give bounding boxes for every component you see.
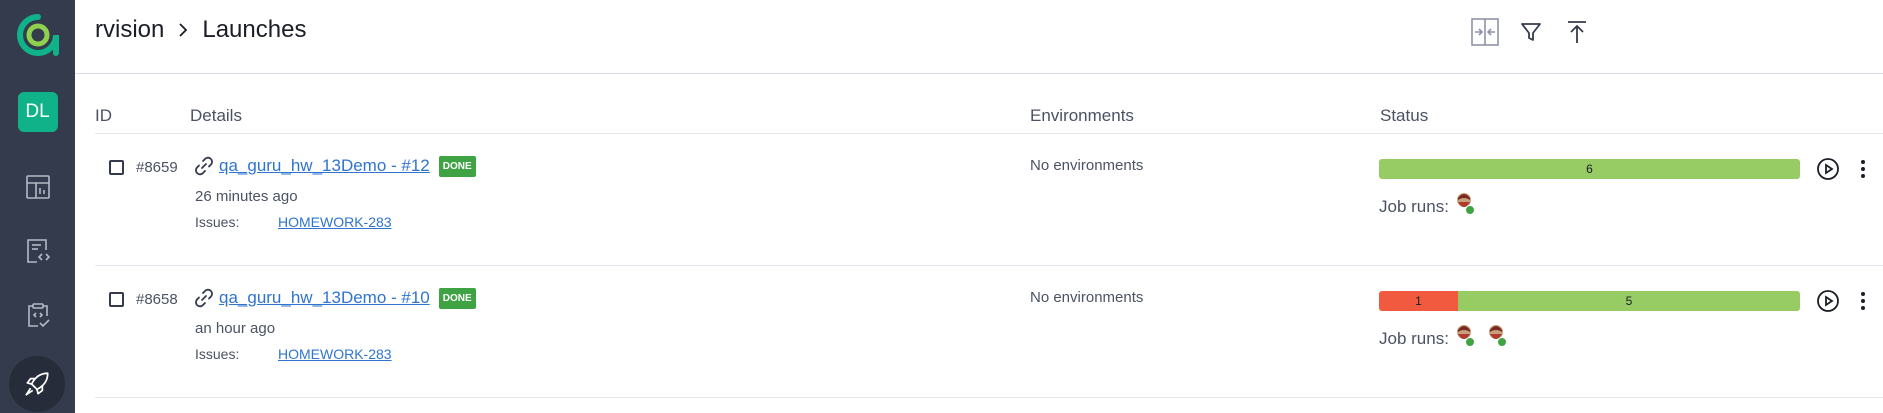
link-icon: [195, 288, 213, 308]
row-checkbox[interactable]: [109, 292, 124, 307]
rerun-button[interactable]: [1816, 157, 1840, 181]
column-header-status[interactable]: Status: [1380, 106, 1428, 126]
page-header: rvision Launches: [75, 0, 1883, 74]
table-row[interactable]: #8658 qa_guru_hw_13Demo - #10 DONE an ho…: [95, 266, 1883, 398]
link-icon: [195, 156, 213, 176]
testplans-icon[interactable]: [23, 300, 53, 330]
allure-logo-icon[interactable]: [16, 14, 59, 56]
more-menu-button[interactable]: [1851, 289, 1875, 313]
status-segment-passed[interactable]: 5: [1457, 291, 1800, 311]
more-vertical-icon: [1861, 292, 1865, 310]
compare-button[interactable]: [1467, 14, 1503, 50]
jobrun-jenkins-icon[interactable]: [1455, 322, 1477, 348]
jobrun-jenkins-icon[interactable]: [1487, 322, 1509, 348]
launch-id: #8658: [136, 291, 178, 308]
launch-name-link[interactable]: qa_guru_hw_13Demo - #12: [219, 156, 430, 176]
launch-time: an hour ago: [195, 320, 276, 337]
sidebar: DL: [0, 0, 75, 413]
issues-label: Issues:: [195, 214, 240, 230]
play-icon: [1817, 290, 1839, 312]
launch-time: 26 minutes ago: [195, 188, 298, 205]
issue-link[interactable]: HOMEWORK-283: [278, 346, 392, 362]
status-segment-passed[interactable]: 6: [1379, 159, 1800, 179]
rerun-button[interactable]: [1816, 289, 1840, 313]
launch-name-line: qa_guru_hw_13Demo - #12 DONE: [193, 155, 476, 177]
table-row[interactable]: #8659 qa_guru_hw_13Demo - #12 DONE 26 mi…: [95, 134, 1883, 266]
rocket-icon: [25, 372, 49, 396]
play-icon: [1817, 158, 1839, 180]
user-avatar[interactable]: DL: [17, 92, 58, 132]
status-badge: DONE: [438, 287, 476, 309]
row-checkbox[interactable]: [109, 160, 124, 175]
sidebar-item-launches[interactable]: [9, 356, 65, 412]
more-vertical-icon: [1861, 160, 1865, 178]
launch-id: #8659: [136, 159, 178, 176]
breadcrumb: rvision Launches: [95, 16, 306, 44]
environments-value: No environments: [1030, 157, 1144, 174]
status-bar[interactable]: 15: [1379, 291, 1800, 311]
more-menu-button[interactable]: [1851, 157, 1875, 181]
issues-label: Issues:: [195, 346, 240, 362]
environments-value: No environments: [1030, 289, 1144, 306]
status-segment-failed[interactable]: 1: [1379, 291, 1458, 311]
main-content: rvision Launches ID Details Environments…: [75, 0, 1883, 413]
compare-icon: [1471, 18, 1499, 46]
upload-button[interactable]: [1559, 14, 1595, 50]
header-actions: [1467, 14, 1605, 50]
status-badge: DONE: [438, 155, 476, 177]
column-header-id[interactable]: ID: [95, 106, 112, 126]
testcases-icon[interactable]: [23, 236, 53, 266]
chevron-right-icon: [176, 21, 190, 39]
table-header: ID Details Environments Status: [95, 74, 1883, 134]
dashboard-icon[interactable]: [23, 172, 53, 202]
launch-name-line: qa_guru_hw_13Demo - #10 DONE: [193, 287, 476, 309]
issue-link[interactable]: HOMEWORK-283: [278, 214, 392, 230]
status-bar[interactable]: 6: [1379, 159, 1800, 179]
column-header-details[interactable]: Details: [190, 106, 242, 126]
app: DL rvision Launches ID Details Environme…: [0, 0, 1883, 413]
jobruns-label: Job runs:: [1379, 197, 1449, 216]
breadcrumb-project[interactable]: rvision: [95, 16, 164, 44]
launch-name-link[interactable]: qa_guru_hw_13Demo - #10: [219, 288, 430, 308]
upload-icon: [1568, 21, 1586, 43]
jobruns-label: Job runs:: [1379, 329, 1449, 348]
filter-button[interactable]: [1513, 14, 1549, 50]
launches-table: ID Details Environments Status #8659 qa_…: [95, 74, 1883, 398]
filter-icon: [1521, 23, 1541, 41]
jobrun-jenkins-icon[interactable]: [1455, 190, 1477, 216]
column-header-environments[interactable]: Environments: [1030, 106, 1134, 126]
page-title: Launches: [202, 16, 307, 43]
